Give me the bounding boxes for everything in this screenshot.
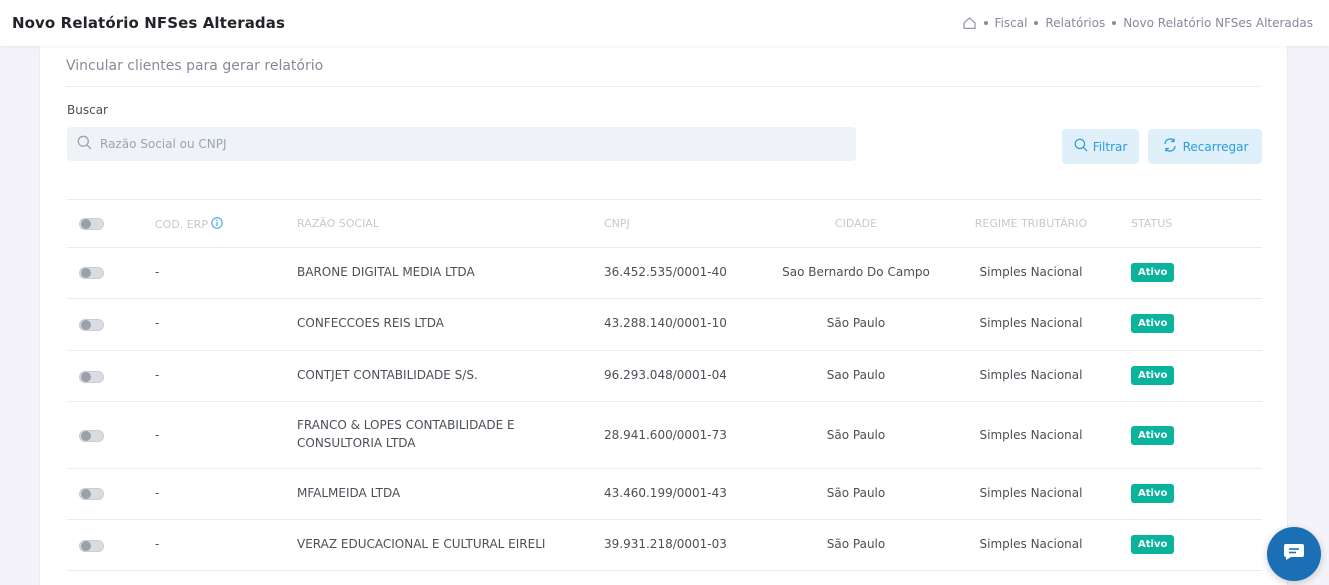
table-row[interactable]: - FRANCO & LOPES CONTABILIDADE E CONSULT… xyxy=(67,402,1262,469)
row-select-toggle[interactable] xyxy=(79,430,104,442)
cell-cidade: Sao Paulo xyxy=(826,368,886,382)
breadcrumb-fiscal[interactable]: Fiscal xyxy=(995,16,1028,30)
filter-button-label: Filtrar xyxy=(1092,139,1128,154)
status-badge: Ativo xyxy=(1131,426,1175,445)
cell-regime: Simples Nacional xyxy=(979,537,1083,551)
column-razao-social: RAZÃO SOCIAL xyxy=(297,217,379,230)
status-badge: Ativo xyxy=(1131,314,1175,333)
search-label: Buscar xyxy=(67,103,108,117)
reload-button[interactable]: Recarregar xyxy=(1148,129,1262,164)
row-select-toggle[interactable] xyxy=(79,267,104,279)
table-header: COD. ERP RAZÃO SOCIAL CNPJ CIDADE REGIME… xyxy=(67,199,1262,248)
table-row[interactable]: - CONTJET CONTABILIDADE S/S. 96.293.048/… xyxy=(67,351,1262,402)
cell-regime: Simples Nacional xyxy=(979,265,1083,279)
cell-cod-erp: - xyxy=(155,265,160,279)
column-regime: REGIME TRIBUTÁRIO xyxy=(974,217,1088,230)
filter-button[interactable]: Filtrar xyxy=(1062,129,1139,164)
breadcrumb-current: Novo Relatório NFSes Alteradas xyxy=(1123,16,1313,30)
cell-razao-social: CONFECCOES REIS LTDA xyxy=(297,316,444,330)
search-icon xyxy=(77,135,92,154)
cell-razao-social: FRANCO & LOPES CONTABILIDADE E xyxy=(297,418,515,432)
cell-cnpj: 28.941.600/0001-73 xyxy=(604,428,727,442)
cell-regime: Simples Nacional xyxy=(979,486,1083,500)
cell-cidade: São Paulo xyxy=(826,316,886,330)
cell-cod-erp: - xyxy=(155,316,160,330)
cell-cnpj: 43.288.140/0001-10 xyxy=(604,316,727,330)
cell-cnpj: 36.452.535/0001-40 xyxy=(604,265,727,279)
status-badge: Ativo xyxy=(1131,263,1175,282)
cell-cod-erp: - xyxy=(155,428,160,442)
breadcrumb-separator xyxy=(983,21,988,25)
cell-cidade: Sao Bernardo Do Campo xyxy=(782,265,930,279)
breadcrumb: Fiscal Relatórios Novo Relatório NFSes A… xyxy=(963,16,1313,30)
status-badge: Ativo xyxy=(1131,366,1175,385)
table-row[interactable]: - BARONE DIGITAL MEDIA LTDA 36.452.535/0… xyxy=(67,248,1262,299)
cell-razao-social: VERAZ EDUCACIONAL E CULTURAL EIRELI xyxy=(297,537,546,551)
cell-cidade: São Paulo xyxy=(826,537,886,551)
info-icon[interactable] xyxy=(211,217,223,232)
page-title: Novo Relatório NFSes Alteradas xyxy=(12,14,286,32)
card-title: Vincular clientes para gerar relatório xyxy=(66,46,1261,87)
column-cnpj: CNPJ xyxy=(604,217,630,230)
row-select-toggle[interactable] xyxy=(79,371,104,383)
cell-razao-social-line2: CONSULTORIA LTDA xyxy=(297,436,416,450)
cell-cnpj: 96.293.048/0001-04 xyxy=(604,368,727,382)
search-input[interactable] xyxy=(100,137,800,151)
search-icon xyxy=(1074,138,1088,155)
breadcrumb-separator xyxy=(1112,21,1117,25)
cell-razao-social: BARONE DIGITAL MEDIA LTDA xyxy=(297,265,475,279)
row-select-toggle[interactable] xyxy=(79,488,104,500)
cell-cnpj: 43.460.199/0001-43 xyxy=(604,486,727,500)
column-status: STATUS xyxy=(1131,217,1173,230)
cell-cod-erp: - xyxy=(155,486,160,500)
status-badge: Ativo xyxy=(1131,535,1175,554)
status-badge: Ativo xyxy=(1131,484,1175,503)
cell-cidade: São Paulo xyxy=(826,486,886,500)
clients-table: COD. ERP RAZÃO SOCIAL CNPJ CIDADE REGIME… xyxy=(67,199,1262,571)
chat-button[interactable] xyxy=(1267,527,1321,581)
row-select-toggle[interactable] xyxy=(79,540,104,552)
cell-razao-social: CONTJET CONTABILIDADE S/S. xyxy=(297,368,478,382)
home-icon[interactable] xyxy=(963,16,977,30)
clients-card: Vincular clientes para gerar relatório B… xyxy=(39,46,1288,585)
chat-icon xyxy=(1283,543,1305,565)
cell-regime: Simples Nacional xyxy=(979,428,1083,442)
reload-button-label: Recarregar xyxy=(1182,139,1249,154)
table-row[interactable]: - MFALMEIDA LTDA 43.460.199/0001-43 São … xyxy=(67,469,1262,520)
column-cidade: CIDADE xyxy=(834,217,878,230)
cell-cod-erp: - xyxy=(155,537,160,551)
refresh-icon xyxy=(1162,137,1178,156)
cell-regime: Simples Nacional xyxy=(979,316,1083,330)
table-row[interactable]: - VERAZ EDUCACIONAL E CULTURAL EIRELI 39… xyxy=(67,520,1262,571)
cell-regime: Simples Nacional xyxy=(979,368,1083,382)
search-box[interactable] xyxy=(67,127,856,161)
breadcrumb-relatorios[interactable]: Relatórios xyxy=(1045,16,1105,30)
cell-cidade: São Paulo xyxy=(826,428,886,442)
cell-cod-erp: - xyxy=(155,368,160,382)
cell-razao-social: MFALMEIDA LTDA xyxy=(297,486,401,500)
column-cod-erp-label: COD. ERP xyxy=(155,218,209,231)
select-all-toggle[interactable] xyxy=(79,218,104,230)
cell-cnpj: 39.931.218/0001-03 xyxy=(604,537,727,551)
breadcrumb-separator xyxy=(1034,21,1039,25)
column-cod-erp: COD. ERP xyxy=(155,217,223,232)
table-row[interactable]: - CONFECCOES REIS LTDA 43.288.140/0001-1… xyxy=(67,299,1262,351)
topbar: Novo Relatório NFSes Alteradas Fiscal Re… xyxy=(0,0,1329,46)
row-select-toggle[interactable] xyxy=(79,319,104,331)
